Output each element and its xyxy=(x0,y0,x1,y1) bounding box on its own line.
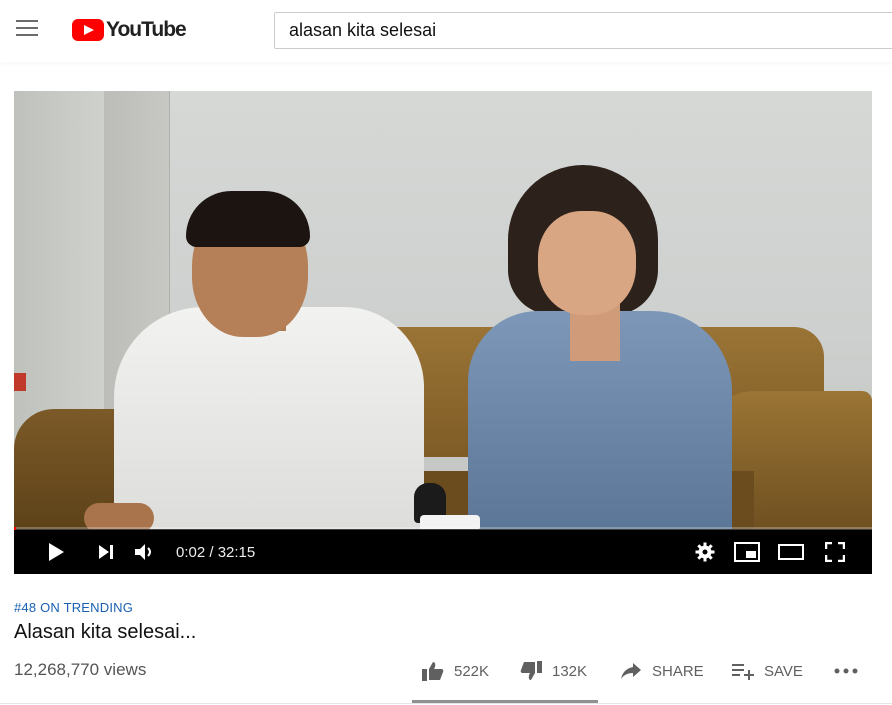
trending-badge[interactable]: #48 ON TRENDING xyxy=(14,600,133,615)
red-mark xyxy=(14,373,26,391)
like-count: 522K xyxy=(454,662,490,680)
top-header: YouTube alasan kita selesai xyxy=(0,0,892,62)
youtube-logo[interactable]: YouTube xyxy=(72,17,187,43)
thumbs-up-icon xyxy=(422,662,444,681)
thumbs-down-icon xyxy=(520,661,542,680)
logo-text: YouTube xyxy=(106,18,187,41)
man-hand xyxy=(84,503,154,529)
next-icon[interactable] xyxy=(94,530,118,574)
man-shirt xyxy=(114,307,424,529)
share-button[interactable]: SHARE xyxy=(620,656,704,686)
share-label: SHARE xyxy=(652,662,704,680)
dislike-count: 132K xyxy=(552,662,588,680)
time-display: 0:02 / 32:15 xyxy=(176,543,256,561)
video-player[interactable]: 0:02 / 32:15 xyxy=(14,91,872,574)
divider xyxy=(0,703,892,704)
video-frame[interactable] xyxy=(14,91,872,529)
fullscreen-icon[interactable] xyxy=(822,530,848,574)
video-title: Alasan kita selesai... xyxy=(14,621,197,643)
playlist-add-icon xyxy=(732,664,754,680)
youtube-play-logo-icon xyxy=(72,19,104,41)
save-label: SAVE xyxy=(764,662,803,680)
save-button[interactable]: SAVE xyxy=(732,656,803,686)
woman-face xyxy=(538,211,636,315)
theater-icon[interactable] xyxy=(776,530,806,574)
miniplayer-icon[interactable] xyxy=(732,530,762,574)
gear-icon[interactable] xyxy=(692,530,718,574)
volume-icon[interactable] xyxy=(132,530,158,574)
player-controls: 0:02 / 32:15 xyxy=(14,530,872,574)
search-input[interactable]: alasan kita selesai xyxy=(274,12,892,49)
man-hair xyxy=(186,191,310,247)
play-icon[interactable] xyxy=(42,530,70,574)
more-icon[interactable] xyxy=(834,656,868,686)
like-button[interactable]: 522K xyxy=(422,656,489,686)
search-query-text: alasan kita selesai xyxy=(289,20,437,40)
share-icon xyxy=(621,663,641,679)
dislike-button[interactable]: 132K xyxy=(520,656,587,686)
hamburger-menu-icon[interactable] xyxy=(16,20,40,38)
view-count: 12,268,770 views xyxy=(14,660,147,679)
